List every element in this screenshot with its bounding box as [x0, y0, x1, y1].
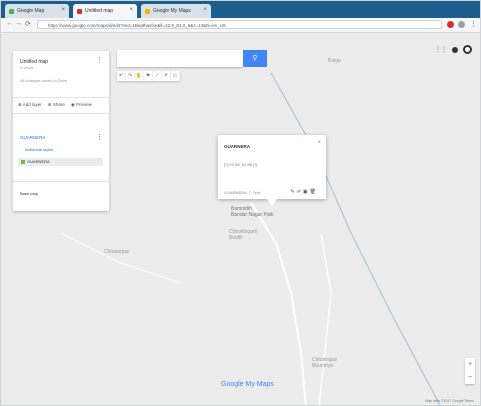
close-icon[interactable]: ×	[203, 7, 207, 13]
map-place-label: Chhattisgarh Biridih	[229, 229, 258, 241]
extension-icon[interactable]	[458, 21, 465, 28]
google-favicon-icon	[9, 8, 14, 14]
close-icon[interactable]: ×	[317, 140, 321, 146]
photo-icon[interactable]: ▣	[303, 189, 310, 195]
tab-untitled-map[interactable]: Untitled map ×	[73, 4, 137, 18]
info-window-actions: ✎✐▣🗑	[291, 189, 319, 195]
zoom-out-button[interactable]: −	[465, 371, 475, 384]
divider	[13, 113, 109, 114]
map-canvas[interactable]: Baiga Bamnidih Bandar Nagar Patti Chhatt…	[1, 33, 480, 405]
notifications-icon[interactable]	[452, 46, 458, 53]
layer-options-icon[interactable]: ⋮	[96, 134, 103, 141]
zoom-in-button[interactable]: +	[465, 358, 475, 371]
redo-icon[interactable]: ↷	[126, 71, 135, 81]
tab-label: Google Map	[17, 8, 45, 14]
individual-styles-link[interactable]: Individual styles	[25, 147, 53, 152]
map-details-panel: Untitled map 0 views All changes saved i…	[13, 51, 109, 211]
marker-icon[interactable]: ⚑	[144, 71, 153, 81]
hand-icon[interactable]: ✋	[135, 71, 144, 81]
panel-actions: ⊕ Add layer ⊕ Share ◉ Preview	[18, 102, 92, 108]
map-place-label: Chhatarpur	[104, 249, 130, 255]
info-window-coordinates: [?] 22.95, 81.98 [?]	[224, 162, 258, 167]
line-icon[interactable]: ⟋	[153, 71, 162, 81]
mymaps-favicon-icon	[145, 8, 150, 14]
divider	[13, 181, 109, 182]
preview-label: Preview	[76, 102, 93, 107]
undo-icon[interactable]: ↶	[117, 71, 126, 81]
map-place-label: Chhatrapur Bhundiya	[312, 357, 338, 369]
save-status: All changes saved in Drive	[20, 78, 68, 83]
preview-button[interactable]: ◉ Preview	[71, 102, 92, 108]
tab-google-my-maps[interactable]: Google My Maps ×	[141, 4, 211, 18]
zoom-control: + −	[465, 358, 475, 384]
map-place-label: Baiga	[328, 58, 341, 64]
search-icon: ⚲	[252, 55, 258, 62]
share-label: Share	[52, 102, 65, 107]
layer-feature-item[interactable]: GUARNERA	[18, 158, 103, 166]
avatar[interactable]	[463, 45, 472, 54]
forward-icon[interactable]: →	[15, 20, 22, 27]
feature-marker-icon	[21, 160, 25, 164]
menu-icon[interactable]: ⋮	[470, 20, 477, 28]
google-my-maps-logo: Google My Maps	[221, 381, 274, 388]
mymaps-favicon-icon	[77, 8, 82, 14]
reload-icon[interactable]: ⟳	[25, 20, 31, 28]
browser-window: Google Map × Untitled map × Google My Ma…	[0, 0, 481, 406]
info-window-footer: GUARNERA ⓘ Text	[224, 190, 260, 195]
add-layer-label: Add layer	[22, 102, 42, 107]
tab-strip: Google Map × Untitled map × Google My Ma…	[1, 1, 480, 18]
feature-info-window: GUARNERA × [?] 22.95, 81.98 [?] GUARNERA…	[218, 135, 326, 199]
address-bar[interactable]: https://www.google.com/maps/d/edit?mid=1…	[37, 20, 442, 29]
map-toolbar: ↶ ↷ ✋ ⚑ ⟋ ↱ ▭	[117, 71, 180, 81]
divider	[13, 97, 109, 98]
base-map-toggle[interactable]: Base map	[20, 191, 38, 196]
directions-icon[interactable]: ↱	[162, 71, 171, 81]
delete-icon[interactable]: 🗑	[310, 189, 318, 195]
search-button[interactable]: ⚲	[243, 50, 267, 67]
more-options-icon[interactable]: ⋮	[96, 57, 103, 64]
search-input[interactable]	[117, 50, 243, 67]
layer-feature-label: GUARNERA	[27, 159, 50, 164]
info-window-pointer	[267, 199, 277, 206]
browser-toolbar: ← → ⟳ https://www.google.com/maps/d/edit…	[1, 18, 480, 33]
map-views: 0 views	[20, 65, 34, 70]
layer-title[interactable]: GUARNERA	[20, 135, 46, 140]
extension-icon[interactable]	[447, 21, 454, 28]
account-controls: ⋮⋮	[435, 45, 472, 54]
tab-google-map[interactable]: Google Map ×	[5, 4, 69, 18]
tab-label: Untitled map	[85, 8, 114, 14]
add-layer-button[interactable]: ⊕ Add layer	[18, 102, 42, 108]
share-button[interactable]: ⊕ Share	[48, 102, 65, 108]
ruler-icon[interactable]: ▭	[171, 71, 180, 81]
apps-grid-icon[interactable]: ⋮⋮	[435, 46, 447, 53]
map-place-label: Bamnidih Bandar Nagar Patti	[231, 206, 274, 218]
close-icon[interactable]: ×	[61, 7, 65, 13]
map-attribution: Map data ©2017 Google Terms	[425, 399, 474, 403]
info-window-title: GUARNERA	[224, 144, 251, 149]
close-icon[interactable]: ×	[129, 7, 133, 13]
back-icon[interactable]: ←	[6, 20, 13, 27]
tab-label: Google My Maps	[153, 8, 191, 14]
